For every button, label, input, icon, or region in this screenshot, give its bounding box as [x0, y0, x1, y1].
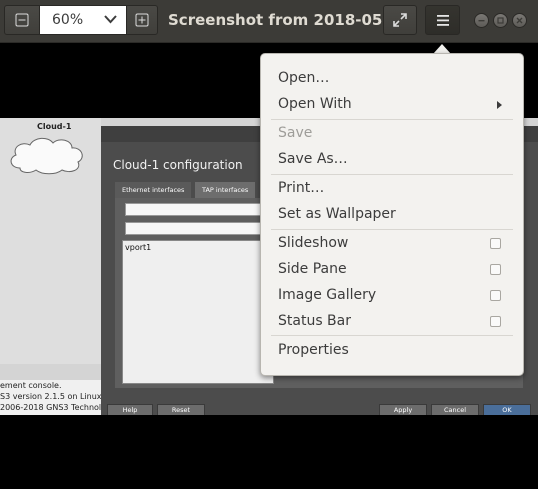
minimize-button[interactable] [474, 13, 489, 28]
hamburger-menu-icon [437, 15, 449, 26]
status-bar-checkbox[interactable] [490, 316, 501, 327]
menu-item-side-pane[interactable]: Side Pane [278, 261, 347, 277]
dialog-help-button: Help [107, 404, 153, 415]
image-gallery-checkbox[interactable] [490, 290, 501, 301]
menu-item-print[interactable]: Print… [278, 180, 324, 196]
menu-separator [271, 119, 513, 120]
menu-item-save-as[interactable]: Save As… [278, 151, 348, 167]
side-pane-checkbox[interactable] [490, 264, 501, 275]
zoom-in-button[interactable] [126, 5, 158, 35]
dialog-reset-button: Reset [157, 404, 205, 415]
close-button[interactable] [512, 13, 527, 28]
interface-input [125, 222, 275, 235]
close-icon [516, 17, 523, 24]
menu-separator [271, 229, 513, 230]
menu-item-status-bar[interactable]: Status Bar [278, 313, 351, 329]
menu-separator [271, 335, 513, 336]
app-menu-popover: Open… Open With Save Save As… Print… Set… [260, 53, 524, 376]
gns3-canvas: Cloud-1 [0, 118, 101, 364]
dialog-title: Cloud-1 configuration [113, 158, 243, 172]
minus-icon [15, 13, 29, 27]
dialog-ok-button: OK [483, 404, 531, 415]
zoom-value: 60% [52, 12, 84, 28]
minimize-icon [478, 20, 485, 22]
interface-dropdown [125, 203, 275, 216]
zoom-combo[interactable]: 60% [39, 5, 127, 35]
submenu-arrow-icon [497, 101, 502, 109]
menu-item-image-gallery[interactable]: Image Gallery [278, 287, 376, 303]
menu-item-set-wallpaper[interactable]: Set as Wallpaper [278, 206, 396, 222]
menu-item-properties[interactable]: Properties [278, 342, 349, 358]
slideshow-checkbox[interactable] [490, 238, 501, 249]
menu-item-save: Save [278, 125, 313, 141]
window-title: Screenshot from 2018-05-1… [168, 11, 415, 29]
header-bar: 60% Screenshot from 2018-05-1… [0, 0, 538, 43]
cloud-icon [10, 137, 83, 175]
menu-item-open[interactable]: Open… [278, 70, 329, 86]
console-line: 2006-2018 GNS3 Technologies [0, 403, 101, 412]
fullscreen-button[interactable] [383, 5, 417, 35]
menu-button[interactable] [425, 5, 460, 35]
cloud-label: Cloud-1 [37, 122, 72, 131]
fullscreen-icon [393, 13, 407, 27]
list-item: vport1 [125, 243, 152, 252]
dialog-apply-button: Apply [379, 404, 427, 415]
console-line: ement console. [0, 381, 62, 390]
tab-tap-interfaces: TAP interfaces [195, 182, 256, 198]
tab-ethernet-interfaces: Ethernet interfaces [115, 182, 192, 198]
maximize-button[interactable] [493, 13, 508, 28]
menu-item-open-with[interactable]: Open With [278, 96, 352, 112]
plus-icon [135, 13, 149, 27]
console-line: S3 version 2.1.5 on Linux ( [0, 392, 101, 401]
interface-list: vport1 [122, 240, 274, 384]
maximize-icon [497, 17, 504, 24]
menu-item-slideshow[interactable]: Slideshow [278, 235, 348, 251]
chevron-down-icon [104, 15, 117, 24]
dialog-cancel-button: Cancel [431, 404, 479, 415]
menu-separator [271, 174, 513, 175]
zoom-out-button[interactable] [4, 5, 40, 35]
console-panel: ement console. S3 version 2.1.5 on Linux… [0, 380, 101, 415]
